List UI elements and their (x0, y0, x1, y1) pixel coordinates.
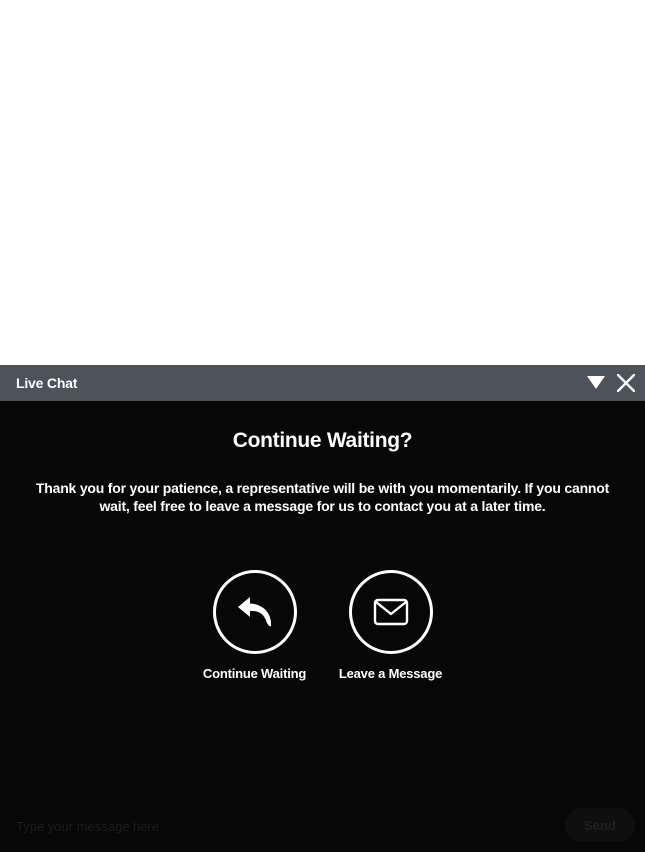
chat-title: Live Chat (16, 375, 78, 391)
triangle-down-icon (587, 376, 605, 389)
continue-waiting-button[interactable] (212, 570, 297, 654)
close-button[interactable] (615, 372, 637, 394)
live-chat-widget: Live Chat Continue Waiting? Thank you fo… (0, 365, 645, 852)
leave-message-label: Leave a Message (338, 666, 443, 681)
page: Live Chat Continue Waiting? Thank you fo… (0, 0, 645, 852)
minimize-button[interactable] (585, 372, 607, 394)
dialog-options: Continue Waiting Leave a Message (0, 570, 645, 681)
reply-arrow-icon (237, 597, 271, 627)
leave-message-option[interactable]: Leave a Message (334, 570, 448, 681)
composer: Send (0, 800, 645, 852)
header-controls (585, 372, 637, 394)
dialog-message: Thank you for your patience, a represent… (35, 480, 610, 514)
dialog-heading: Continue Waiting? (232, 429, 413, 452)
close-icon (617, 374, 635, 392)
continue-waiting-option[interactable]: Continue Waiting (198, 570, 312, 681)
envelope-icon (373, 598, 408, 626)
leave-message-button[interactable] (348, 570, 433, 654)
chat-body: Continue Waiting? Thank you for your pat… (0, 401, 645, 852)
continue-waiting-label: Continue Waiting (202, 666, 307, 681)
send-button[interactable]: Send (565, 808, 635, 842)
chat-header: Live Chat (0, 365, 645, 401)
message-input[interactable] (14, 814, 538, 838)
